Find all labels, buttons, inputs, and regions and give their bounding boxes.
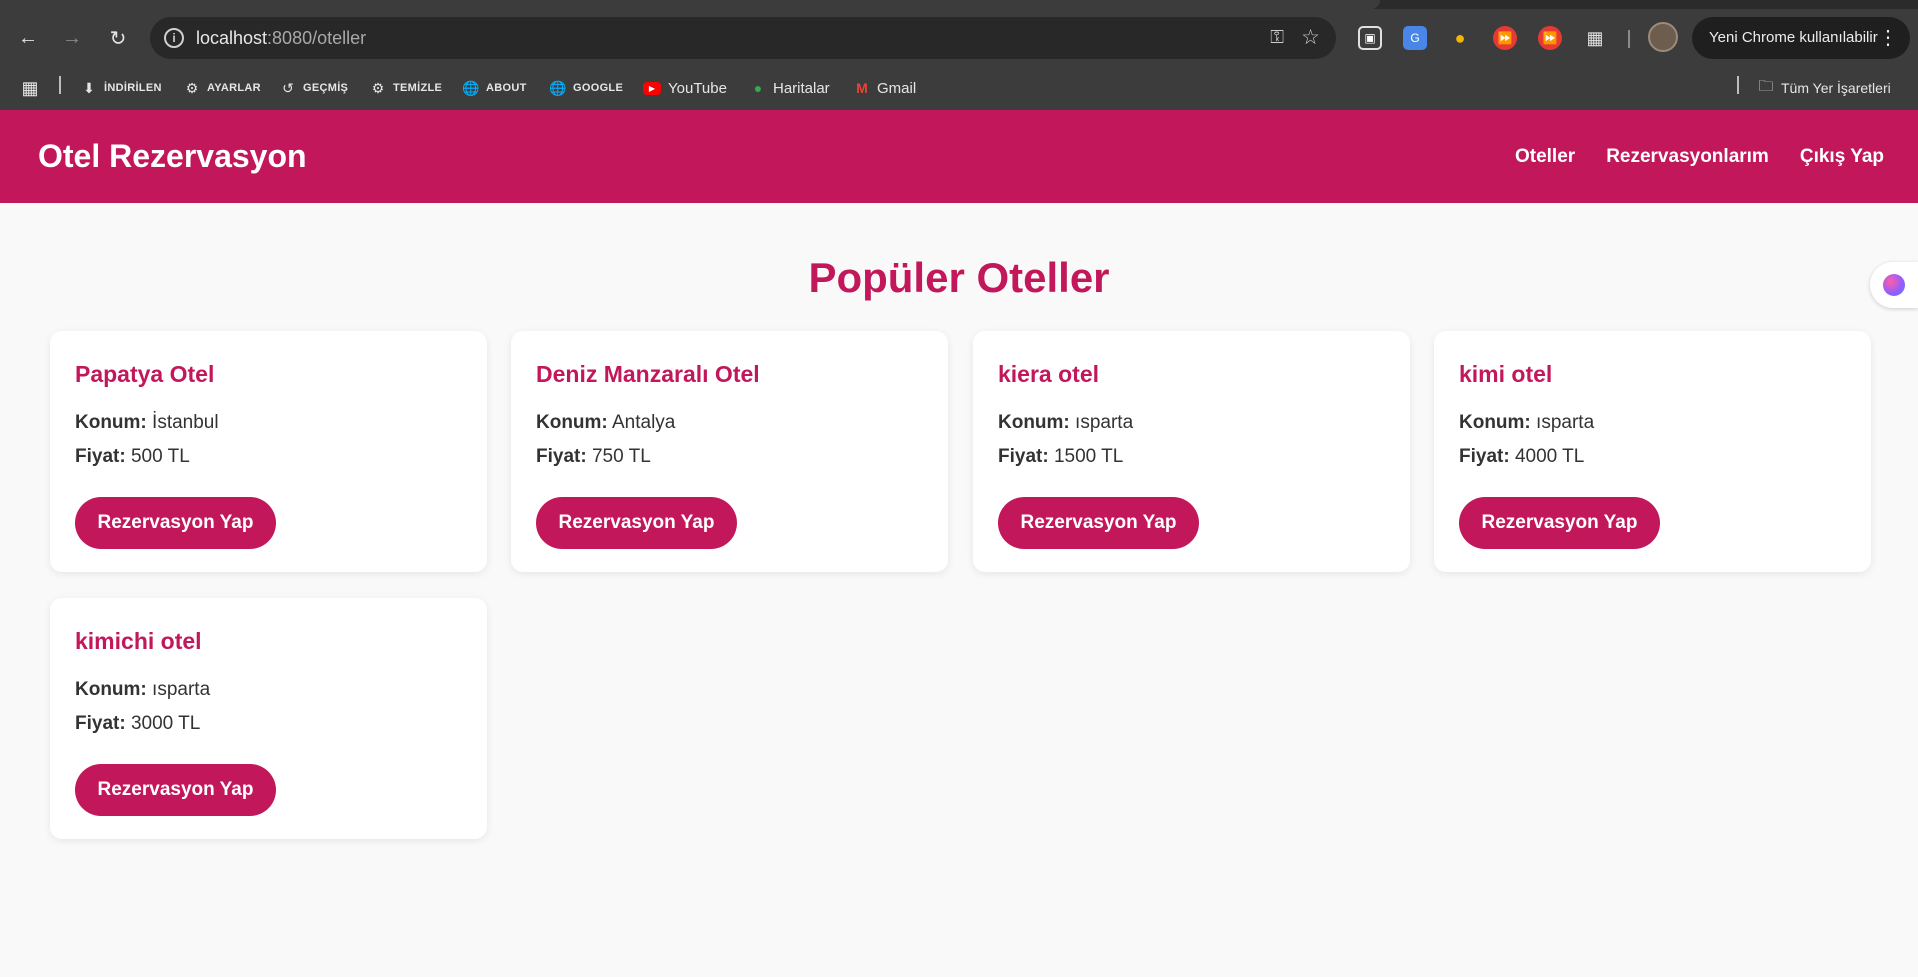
- globe-icon: 🌐: [462, 79, 480, 96]
- bookmark-temizle[interactable]: ⚙ TEMİZLE: [370, 77, 442, 99]
- reserve-button[interactable]: Rezervasyon Yap: [536, 497, 737, 549]
- extensions-puzzle-icon[interactable]: ▦: [1583, 26, 1607, 50]
- reserve-button[interactable]: Rezervasyon Yap: [75, 497, 276, 549]
- hotel-name: kimi otel: [1459, 361, 1553, 387]
- bookmarks-divider: [59, 76, 61, 94]
- hotel-card: Deniz Manzaralı Otel Konum: Antalya Fiya…: [511, 331, 948, 572]
- translate-extension-icon[interactable]: G: [1403, 26, 1427, 50]
- hotel-location: Konum: Antalya: [536, 412, 676, 433]
- reserve-button[interactable]: Rezervasyon Yap: [1459, 497, 1660, 549]
- chrome-update-button[interactable]: Yeni Chrome kullanılabilir ⋮: [1692, 17, 1910, 59]
- bookmark-ayarlar[interactable]: ⚙ AYARLAR: [184, 77, 261, 99]
- gmail-icon: M: [856, 80, 868, 96]
- bookmark-indirilen[interactable]: ⬇ İNDİRİLEN: [81, 77, 162, 99]
- apps-grid-icon[interactable]: ▦: [22, 77, 39, 99]
- reload-icon[interactable]: ↻: [104, 24, 132, 52]
- profile-avatar[interactable]: [1648, 22, 1678, 52]
- hotel-name: Papatya Otel: [75, 361, 215, 387]
- nav-rezervasyonlarim[interactable]: Rezervasyonlarım: [1606, 146, 1769, 168]
- gear-icon: ⚙: [371, 79, 385, 96]
- fast-forward-extension-icon[interactable]: ⏩: [1493, 26, 1517, 50]
- hotel-card: kiera otel Konum: ısparta Fiyat: 1500 TL…: [973, 331, 1410, 572]
- hotel-name: Deniz Manzaralı Otel: [536, 361, 760, 387]
- browser-chrome: ← → ↻ i localhost:8080/oteller ⚿ ☆ ▣ G ●…: [0, 0, 1918, 110]
- bookmark-gmail[interactable]: M Gmail: [854, 77, 916, 99]
- bookmark-about[interactable]: 🌐 ABOUT: [462, 77, 527, 99]
- gear-icon: ⚙: [185, 79, 199, 96]
- maps-icon: ●: [753, 80, 763, 96]
- hotel-location: Konum: İstanbul: [75, 412, 219, 433]
- youtube-forward-extension-icon[interactable]: ⏩: [1538, 26, 1562, 50]
- browser-toolbar: ← → ↻ i localhost:8080/oteller ⚿ ☆ ▣ G ●…: [0, 9, 1918, 67]
- folder-icon: 🗀: [1758, 77, 1774, 95]
- bookmark-google[interactable]: 🌐 GOOGLE: [549, 77, 623, 99]
- person-extension-icon[interactable]: ●: [1448, 26, 1472, 50]
- globe-icon: 🌐: [549, 79, 567, 96]
- hotel-card: Papatya Otel Konum: İstanbul Fiyat: 500 …: [50, 331, 487, 572]
- bookmark-youtube[interactable]: ▶ YouTube: [643, 77, 727, 99]
- url-path: :8080/oteller: [267, 28, 367, 48]
- more-menu-icon[interactable]: ⋮: [1878, 17, 1898, 59]
- hotel-card: kimi otel Konum: ısparta Fiyat: 4000 TL …: [1434, 331, 1871, 572]
- active-tab[interactable]: [0, 0, 1380, 9]
- hotel-price: Fiyat: 3000 TL: [75, 713, 201, 734]
- site-info-icon[interactable]: i: [164, 28, 184, 48]
- hotel-price: Fiyat: 750 TL: [536, 446, 651, 467]
- history-icon: ↺: [282, 79, 294, 96]
- hotel-location: Konum: ısparta: [75, 679, 211, 700]
- main-nav: Oteller Rezervasyonlarım Çıkış Yap: [1515, 146, 1884, 168]
- back-icon[interactable]: ←: [14, 24, 42, 52]
- site-header: Otel Rezervasyon Oteller Rezervasyonları…: [0, 110, 1918, 203]
- hotel-price: Fiyat: 1500 TL: [998, 446, 1124, 467]
- bookmarks-divider-right: [1737, 76, 1739, 94]
- all-bookmarks-folder[interactable]: 🗀 Tüm Yer İşaretleri: [1758, 77, 1890, 99]
- url-host: localhost: [196, 28, 268, 48]
- nav-cikis-yap[interactable]: Çıkış Yap: [1800, 146, 1884, 168]
- hotel-name: kiera otel: [998, 361, 1099, 387]
- hotel-location: Konum: ısparta: [1459, 412, 1595, 433]
- bookmarks-bar: ▦ ⬇ İNDİRİLEN ⚙ AYARLAR ↺ GEÇMİŞ ⚙ TEMİZLE 🌐…: [0, 67, 1918, 110]
- hotel-card: kimichi otel Konum: ısparta Fiyat: 3000 …: [50, 598, 487, 839]
- page-title: Popüler Oteller: [808, 254, 1110, 301]
- download-icon: ⬇: [83, 79, 95, 96]
- hotel-price: Fiyat: 4000 TL: [1459, 446, 1585, 467]
- password-key-icon[interactable]: ⚿: [1270, 27, 1284, 48]
- toolbar-divider: [1628, 30, 1630, 48]
- nav-oteller[interactable]: Oteller: [1515, 146, 1575, 168]
- address-bar[interactable]: i localhost:8080/oteller ⚿ ☆: [150, 17, 1336, 59]
- reserve-button[interactable]: Rezervasyon Yap: [998, 497, 1199, 549]
- hotel-name: kimichi otel: [75, 628, 202, 654]
- youtube-icon: ▶: [643, 81, 661, 95]
- bookmark-haritalar[interactable]: ● Haritalar: [750, 77, 830, 99]
- image-extension-icon[interactable]: ▣: [1358, 26, 1382, 50]
- hotel-price: Fiyat: 500 TL: [75, 446, 190, 467]
- tab-strip: [0, 0, 1918, 9]
- url-text[interactable]: localhost:8080/oteller: [196, 28, 366, 49]
- site-brand[interactable]: Otel Rezervasyon: [38, 138, 307, 175]
- update-label: Yeni Chrome kullanılabilir: [1709, 29, 1878, 46]
- bookmark-gecmis[interactable]: ↺ GEÇMİŞ: [280, 77, 348, 99]
- hotel-location: Konum: ısparta: [998, 412, 1134, 433]
- bookmark-star-icon[interactable]: ☆: [1301, 25, 1320, 50]
- forward-icon[interactable]: →: [58, 24, 86, 52]
- reserve-button[interactable]: Rezervasyon Yap: [75, 764, 276, 816]
